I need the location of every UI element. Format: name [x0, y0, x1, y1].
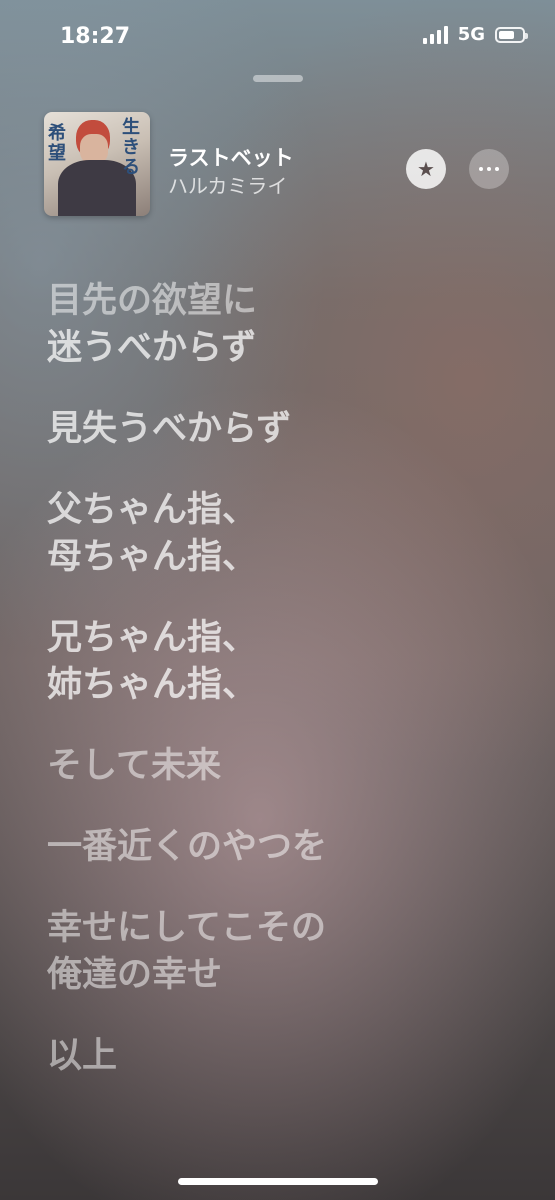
lyric-line: 俺達の幸せ	[47, 955, 223, 995]
lyric-group[interactable]: 兄ちゃん指、 姉ちゃん指、	[47, 615, 527, 709]
track-title[interactable]: ラストベット	[168, 142, 294, 172]
track-artist[interactable]: ハルカミライ	[168, 170, 287, 199]
lyric-line: そして未来	[47, 746, 221, 786]
network-type: 5G	[457, 24, 485, 45]
lyric-group[interactable]: 見失うべからず	[47, 406, 527, 453]
more-options-button[interactable]	[469, 149, 509, 189]
artwork-text-right: 生きる	[122, 117, 140, 178]
lyric-line: 姉ちゃん指、	[47, 665, 258, 705]
battery-icon	[495, 26, 528, 43]
sheet-grabber[interactable]	[253, 75, 303, 82]
artwork-text-left: 希望	[48, 123, 66, 164]
status-bar: 18:27 5G	[0, 0, 555, 70]
lyric-line: 見失うべからず	[47, 409, 292, 449]
lyric-line: 以上	[47, 1036, 118, 1076]
lyric-line: 目先の欲望に	[47, 281, 258, 321]
lyric-line: 幸せにしてこその	[47, 908, 326, 948]
lyric-line: 一番近くのやつを	[47, 827, 328, 867]
favorite-button[interactable]: ★	[406, 149, 446, 189]
lyric-group[interactable]: 目先の欲望に 迷うべからず	[47, 278, 527, 372]
battery-tip	[525, 32, 528, 39]
album-artwork[interactable]: 希望 生きる	[44, 112, 150, 216]
status-time: 18:27	[60, 24, 131, 49]
lyric-group[interactable]: 以上	[47, 1033, 527, 1080]
lyric-line: 母ちゃん指、	[47, 537, 258, 577]
ellipsis-icon	[479, 167, 499, 171]
lyric-group[interactable]: 幸せにしてこその 俺達の幸せ	[47, 905, 527, 999]
lyric-line: 迷うべからず	[47, 328, 257, 368]
now-playing-header: 希望 生きる ラストベット ハルカミライ ★	[44, 112, 514, 218]
star-icon: ★	[417, 157, 435, 181]
lyric-group[interactable]: 父ちゃん指、 母ちゃん指、	[47, 487, 527, 581]
lyrics-view[interactable]: 目先の欲望に 迷うべからず 見失うべからず 父ちゃん指、 母ちゃん指、 兄ちゃん…	[47, 278, 527, 1114]
lyric-group[interactable]: そして未来	[47, 743, 527, 790]
status-indicators: 5G	[422, 24, 528, 45]
cellular-signal-icon	[422, 25, 448, 44]
lyric-line: 兄ちゃん指、	[47, 618, 258, 658]
home-indicator[interactable]	[178, 1178, 378, 1185]
lyric-group[interactable]: 一番近くのやつを	[47, 824, 527, 871]
battery-fill	[499, 30, 514, 39]
lyric-line: 父ちゃん指、	[47, 490, 258, 530]
